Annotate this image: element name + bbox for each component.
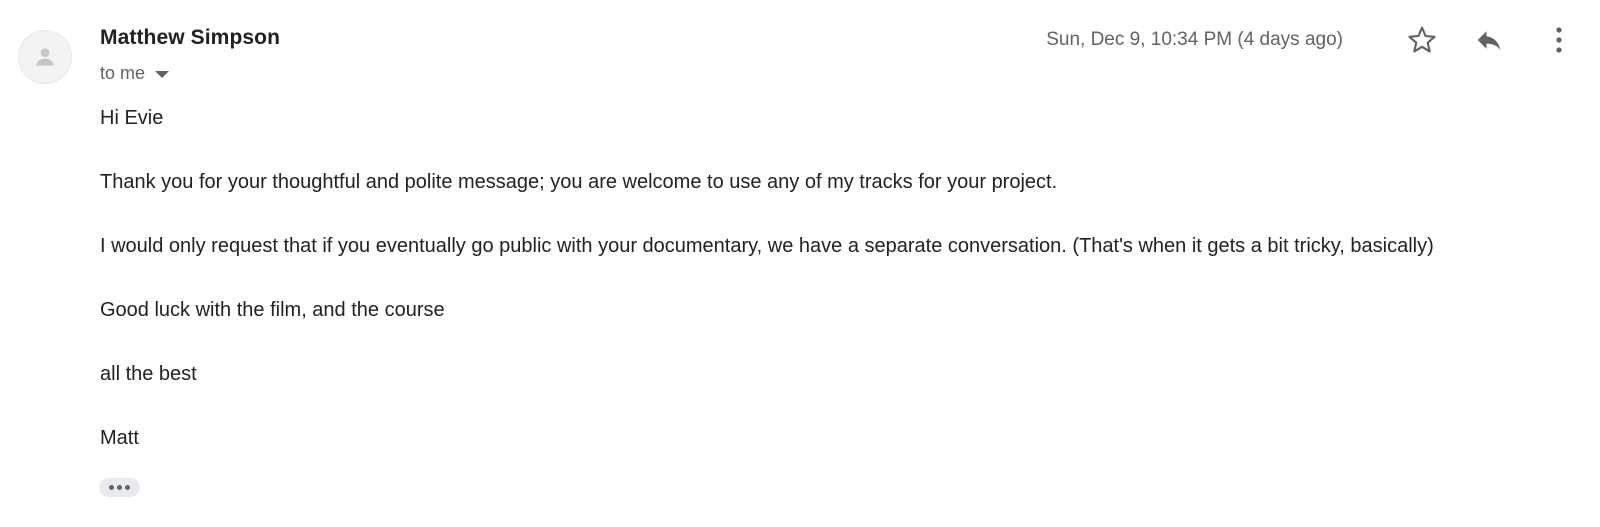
more-vertical-icon: [1556, 27, 1562, 53]
reply-button[interactable]: [1471, 22, 1507, 58]
sender-name: Matthew Simpson: [100, 26, 281, 49]
body-paragraph: I would only request that if you eventua…: [100, 235, 1434, 257]
caret-down-icon: [155, 70, 170, 78]
body-greeting: Hi Evie: [100, 107, 164, 129]
body-paragraph: Good luck with the film, and the course: [100, 299, 445, 321]
recipients-label: to me: [100, 63, 146, 83]
ellipsis-icon: [109, 485, 114, 490]
email-body: Hi Evie Thank you for your thoughtful an…: [100, 106, 1434, 490]
email-timestamp: Sun, Dec 9, 10:34 PM (4 days ago): [1046, 29, 1343, 50]
more-options-button[interactable]: [1541, 22, 1577, 58]
star-outline-icon: [1408, 26, 1436, 53]
body-signature: Matt: [100, 427, 139, 449]
avatar[interactable]: [18, 30, 72, 84]
recipients-toggle[interactable]: to me: [100, 63, 170, 84]
person-icon: [36, 48, 54, 66]
reply-icon: [1477, 31, 1501, 50]
body-paragraph: Thank you for your thoughtful and polite…: [100, 171, 1058, 193]
star-button[interactable]: [1404, 22, 1440, 58]
show-trimmed-content-button[interactable]: [99, 478, 140, 497]
body-signoff: all the best: [100, 363, 197, 385]
